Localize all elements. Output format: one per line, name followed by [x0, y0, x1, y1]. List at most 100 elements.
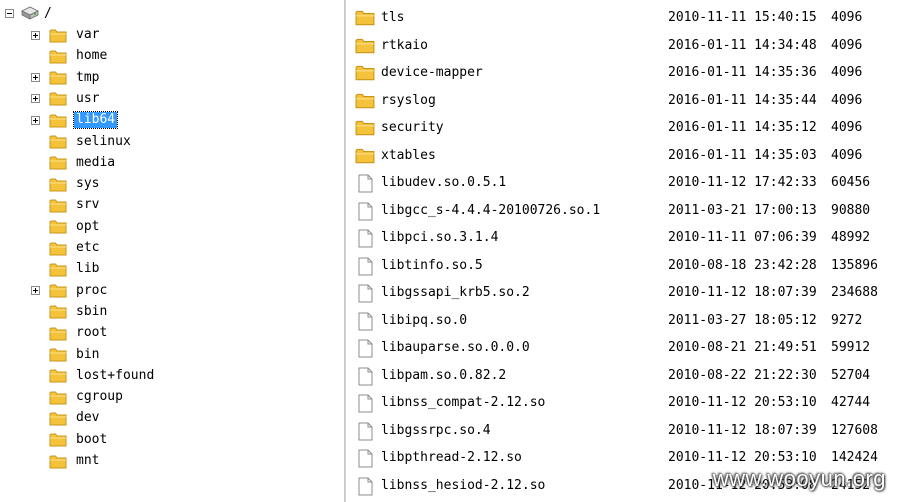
file-name: libudev.so.0.5.1	[381, 175, 507, 190]
tree-node-lib[interactable]: lib	[30, 260, 101, 278]
file-name: device-mapper	[381, 65, 483, 80]
folder-icon	[355, 37, 375, 56]
file-row[interactable]: libtinfo.so.5 2010-08-18 23:42:28 135896	[346, 253, 898, 280]
tree-node-label: proc	[76, 282, 108, 298]
tree-node-label: boot	[76, 431, 108, 447]
directory-tree-pane[interactable]: / var home tmp usr lib64 selinux media sys srv op…	[0, 0, 345, 502]
file-size: 90880	[831, 202, 871, 218]
file-size: 234688	[831, 285, 878, 300]
tree-node-usr[interactable]: usr	[30, 90, 101, 108]
expander-slot	[30, 51, 41, 62]
folder-icon	[49, 390, 67, 405]
expand-toggle-icon[interactable]	[31, 73, 40, 83]
tree-node-mnt[interactable]: mnt	[30, 452, 101, 470]
expander-slot[interactable]	[30, 115, 41, 126]
expander-slot[interactable]	[30, 30, 41, 41]
tree-node-tmp[interactable]: tmp	[30, 69, 101, 87]
expander-slot[interactable]	[30, 285, 41, 296]
tree-node-label: media	[76, 154, 116, 170]
expander-slot[interactable]	[30, 93, 41, 104]
file-row[interactable]: libpam.so.0.82.2 2010-08-22 21:22:30 52704	[346, 363, 898, 390]
tree-node-boot[interactable]: boot	[30, 431, 109, 449]
folder-row[interactable]: security 2016-01-11 14:35:12 4096	[346, 115, 898, 142]
folder-icon	[49, 113, 67, 128]
folder-icon	[49, 49, 67, 64]
tree-node-sbin[interactable]: sbin	[30, 303, 109, 321]
file-name: rsyslog	[381, 92, 436, 108]
folder-row[interactable]: rsyslog 2016-01-11 14:35:44 4096	[346, 88, 898, 115]
file-size: 52704	[831, 367, 871, 383]
file-icon	[355, 477, 375, 496]
tree-node-var[interactable]: var	[30, 26, 101, 44]
tree-node-label: home	[76, 48, 108, 64]
tree-node-label: srv	[76, 197, 100, 213]
folder-icon	[49, 91, 67, 106]
file-row[interactable]: libgssapi_krb5.so.2 2010-11-12 18:07:39 23…	[346, 280, 898, 307]
file-row[interactable]: libipq.so.0 2011-03-27 18:05:12 9272	[346, 308, 898, 335]
file-list-pane[interactable]: tls 2010-11-11 15:40:15 4096 rtkaio 2016-01-…	[345, 0, 898, 502]
tree-node-srv[interactable]: srv	[30, 196, 101, 214]
tree-node-media[interactable]: media	[30, 154, 117, 172]
file-icon	[355, 449, 375, 468]
collapse-toggle-icon[interactable]	[5, 8, 14, 18]
modified-date: 2011-03-27 18:05:12	[668, 312, 817, 328]
folder-row[interactable]: rtkaio 2016-01-11 14:34:48 4096	[346, 33, 898, 60]
file-row[interactable]: libnss_compat-2.12.so 2010-11-12 20:53:10…	[346, 390, 898, 417]
file-icon	[355, 339, 375, 358]
file-icon	[355, 367, 375, 386]
tree-node-selinux[interactable]: selinux	[30, 133, 133, 151]
file-row[interactable]: libgcc_s-4.4.4-20100726.so.1 2011-03-21 1…	[346, 198, 898, 225]
modified-date: 2010-08-22 21:22:30	[668, 367, 817, 383]
tree-root-label: /	[44, 5, 52, 21]
folder-row[interactable]: device-mapper 2016-01-11 14:35:36 4096	[346, 60, 898, 87]
modified-date: 2016-01-11 14:35:44	[668, 92, 817, 108]
tree-node-home[interactable]: home	[30, 47, 109, 65]
folder-icon	[49, 368, 67, 383]
expander-slot	[30, 200, 41, 211]
expand-toggle-icon[interactable]	[31, 94, 40, 104]
file-icon	[355, 422, 375, 441]
file-row[interactable]: libgssrpc.so.4 2010-11-12 18:07:39 127608	[346, 418, 898, 445]
folder-icon	[49, 198, 67, 213]
tree-node-root[interactable]: root	[30, 324, 109, 342]
expand-toggle-icon[interactable]	[31, 30, 40, 40]
file-icon	[355, 229, 375, 248]
tree-node-dev[interactable]: dev	[30, 409, 101, 427]
modified-date: 2010-11-11 07:06:39	[668, 230, 817, 245]
tree-node-label: opt	[76, 218, 100, 234]
file-name: libpci.so.3.1.4	[381, 230, 499, 245]
expander-slot	[30, 157, 41, 168]
folder-icon	[355, 147, 375, 166]
tree-node-lost-found[interactable]: lost+found	[30, 367, 156, 385]
tree-node-opt[interactable]: opt	[30, 218, 101, 236]
tree-node-label: cgroup	[76, 389, 123, 405]
folder-icon	[49, 326, 67, 341]
modified-date: 2016-01-11 14:35:03	[668, 147, 817, 163]
modified-date: 2010-08-21 21:49:51	[668, 340, 817, 355]
file-row[interactable]: libudev.so.0.5.1 2010-11-12 17:42:33 60456	[346, 170, 898, 197]
expander-slot[interactable]	[30, 72, 41, 83]
modified-date: 2010-08-18 23:42:28	[668, 257, 817, 273]
folder-row[interactable]: tls 2010-11-11 15:40:15 4096	[346, 5, 898, 32]
file-name: libpthread-2.12.so	[381, 450, 522, 465]
tree-node-label: sbin	[76, 303, 108, 319]
file-size: 60456	[831, 175, 871, 190]
tree-node-cgroup[interactable]: cgroup	[30, 388, 125, 406]
tree-node-etc[interactable]: etc	[30, 239, 101, 257]
tree-node-label: lib	[76, 261, 100, 277]
tree-node-proc[interactable]: proc	[30, 282, 109, 300]
tree-node-lib64[interactable]: lib64	[30, 111, 119, 130]
folder-row[interactable]: xtables 2016-01-11 14:35:03 4096	[346, 143, 898, 170]
folder-icon	[49, 262, 67, 277]
expand-toggle-icon[interactable]	[31, 286, 40, 296]
tree-node-bin[interactable]: bin	[30, 346, 101, 364]
tree-node-label: dev	[76, 410, 100, 426]
tree-node-sys[interactable]: sys	[30, 175, 101, 193]
folder-icon	[49, 134, 67, 149]
tree-root-node[interactable]: /	[5, 4, 52, 22]
file-row[interactable]: libauparse.so.0.0.0 2010-08-21 21:49:51 59…	[346, 335, 898, 362]
file-row[interactable]: libpci.so.3.1.4 2010-11-11 07:06:39 48992	[346, 225, 898, 252]
expand-toggle-icon[interactable]	[31, 115, 40, 125]
file-size: 9272	[831, 312, 863, 328]
tree-node-label: etc	[76, 240, 100, 255]
